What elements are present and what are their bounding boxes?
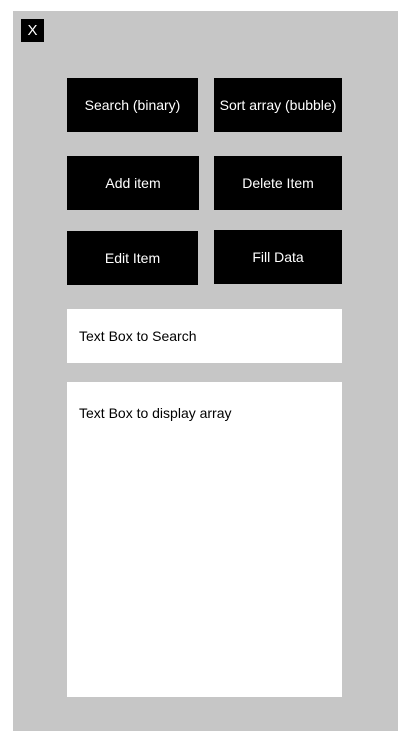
delete-item-button[interactable]: Delete Item	[214, 156, 342, 210]
fill-data-button[interactable]: Fill Data	[214, 230, 342, 284]
edit-item-button[interactable]: Edit Item	[67, 231, 198, 285]
search-textbox[interactable]: Text Box to Search	[67, 309, 342, 363]
search-binary-button[interactable]: Search (binary)	[67, 78, 198, 132]
sort-bubble-button[interactable]: Sort array (bubble)	[214, 78, 342, 132]
array-display-textbox[interactable]: Text Box to display array	[67, 382, 342, 697]
search-textbox-text: Text Box to Search	[79, 328, 197, 344]
close-button[interactable]: X	[21, 19, 44, 42]
array-display-text: Text Box to display array	[79, 405, 232, 421]
add-item-button[interactable]: Add item	[67, 156, 199, 210]
